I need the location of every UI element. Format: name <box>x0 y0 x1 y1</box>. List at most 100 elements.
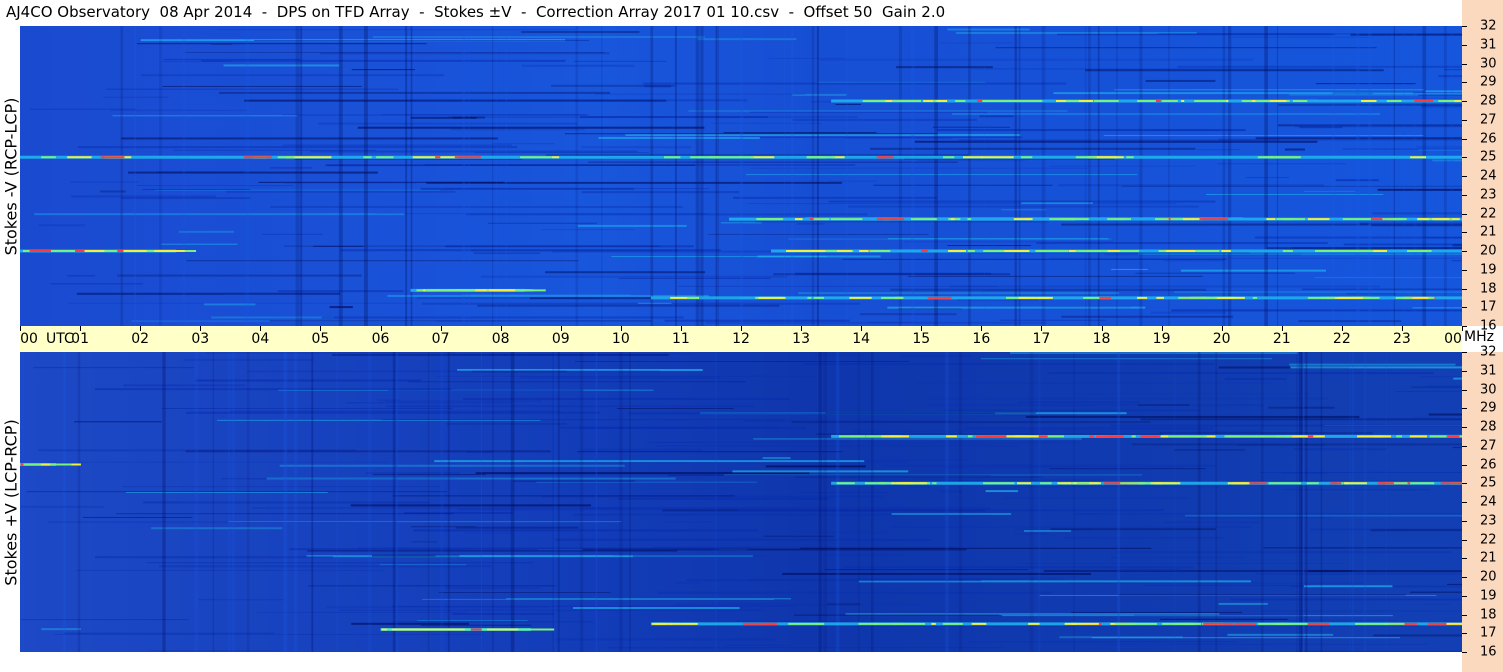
utc-tick-label: 17 <box>1032 331 1051 347</box>
emission-band-segment <box>931 622 936 625</box>
emission-band-segment <box>1156 296 1164 299</box>
emission-band-segment <box>1229 435 1257 438</box>
texture-streak <box>34 213 405 216</box>
emission-band-segment <box>1440 482 1462 485</box>
texture-streak <box>1115 551 1452 554</box>
texture-streak <box>835 103 861 105</box>
texture-streak <box>392 495 735 497</box>
utc-tick-label: 00 <box>1444 331 1462 347</box>
frequency-tick-label: 18 <box>1480 607 1497 622</box>
emission-band-segment <box>1315 250 1341 252</box>
emission-band-segment <box>1099 296 1111 299</box>
emission-band-segment <box>1118 218 1124 221</box>
texture-streak <box>283 144 513 146</box>
texture-streak <box>738 509 1164 512</box>
emission-band-segment <box>927 296 952 299</box>
texture-streak <box>577 451 843 453</box>
texture-streak <box>161 243 238 245</box>
utc-tick-label: 00 <box>20 331 38 347</box>
emission-band-segment <box>1396 435 1402 438</box>
emission-band-segment <box>1154 482 1163 485</box>
y-axis-label-bottom: Stokes +V (LCP-RCP) <box>0 352 22 652</box>
emission-band-segment <box>551 156 560 159</box>
frequency-tick <box>1462 445 1467 447</box>
emission-band-segment <box>950 250 966 252</box>
emission-band-segment <box>850 435 860 438</box>
emission-band-segment <box>881 296 904 299</box>
texture-streak <box>1419 376 1462 378</box>
emission-band-segment <box>1273 622 1286 625</box>
texture-streak <box>1150 311 1226 314</box>
texture-streak <box>816 433 1163 435</box>
texture-striation <box>619 352 623 652</box>
texture-streak <box>1121 185 1462 187</box>
frequency-tick <box>1462 614 1467 616</box>
emission-band-segment <box>1021 156 1033 159</box>
emission-band-segment <box>876 218 905 221</box>
texture-streak <box>1114 89 1425 91</box>
texture-streak <box>269 320 652 322</box>
texture-streak <box>201 59 566 62</box>
texture-streak <box>1299 126 1343 129</box>
texture-streak <box>1307 570 1462 573</box>
texture-striation <box>1117 352 1121 652</box>
emission-band-segment <box>932 482 937 485</box>
frequency-tick <box>1462 194 1467 196</box>
texture-streak <box>1318 98 1462 100</box>
texture-streak <box>637 302 672 304</box>
texture-streak <box>41 628 81 631</box>
texture-streak <box>1009 352 1298 355</box>
texture-streak <box>859 313 957 316</box>
emission-band-segment <box>104 250 115 252</box>
utc-tick-label: 19 <box>1152 331 1171 347</box>
texture-streak <box>33 367 194 369</box>
utc-unit-label: UTC <box>46 331 74 347</box>
emission-band-segment <box>1382 218 1407 221</box>
texture-streak <box>206 352 456 354</box>
texture-streak <box>782 572 1092 575</box>
texture-striation <box>194 352 199 652</box>
emission-band-segment <box>1149 482 1181 485</box>
texture-streak <box>67 275 96 277</box>
texture-striation <box>983 26 985 326</box>
utc-tick-label: 11 <box>671 331 690 347</box>
texture-striation <box>462 26 466 326</box>
emission-band-segment <box>1306 482 1319 485</box>
utc-tick-label: 04 <box>251 331 270 347</box>
texture-streak <box>1163 260 1225 262</box>
texture-striation <box>1443 26 1447 326</box>
emission-band-segment <box>1342 218 1371 221</box>
emission-band-segment <box>1055 100 1068 102</box>
texture-streak <box>890 526 1252 528</box>
emission-band-segment <box>454 156 482 159</box>
texture-striation <box>945 352 949 652</box>
texture-streak <box>582 448 703 451</box>
emission-band-segment <box>1017 482 1031 485</box>
texture-striation <box>1403 26 1405 326</box>
texture-streak <box>1298 320 1402 323</box>
emission-band-segment <box>1414 100 1434 102</box>
texture-streak <box>792 620 840 622</box>
emission-band-segment <box>788 622 821 625</box>
frequency-tick-label: 28 <box>1480 419 1497 435</box>
frequency-tick <box>1462 269 1467 271</box>
texture-streak <box>765 465 866 468</box>
frequency-tick-label: 30 <box>1480 382 1497 397</box>
texture-streak <box>1145 79 1216 82</box>
texture-streak <box>332 353 669 356</box>
emission-band-segment <box>1093 156 1124 159</box>
frequency-tick <box>1462 157 1467 159</box>
emission-band-segment <box>967 250 975 252</box>
texture-streak <box>545 271 706 274</box>
emission-band-segment <box>1234 622 1256 625</box>
texture-streak <box>733 196 937 199</box>
texture-streak <box>1109 557 1244 559</box>
texture-streak <box>581 146 692 149</box>
emission-band-segment <box>1260 435 1292 438</box>
texture-streak <box>1444 620 1462 622</box>
emission-band-segment <box>1214 296 1245 299</box>
frequency-tick <box>1462 633 1467 635</box>
emission-band-segment <box>1178 296 1205 299</box>
emission-band-segment <box>1449 218 1453 221</box>
emission-band-segment <box>1093 100 1119 102</box>
